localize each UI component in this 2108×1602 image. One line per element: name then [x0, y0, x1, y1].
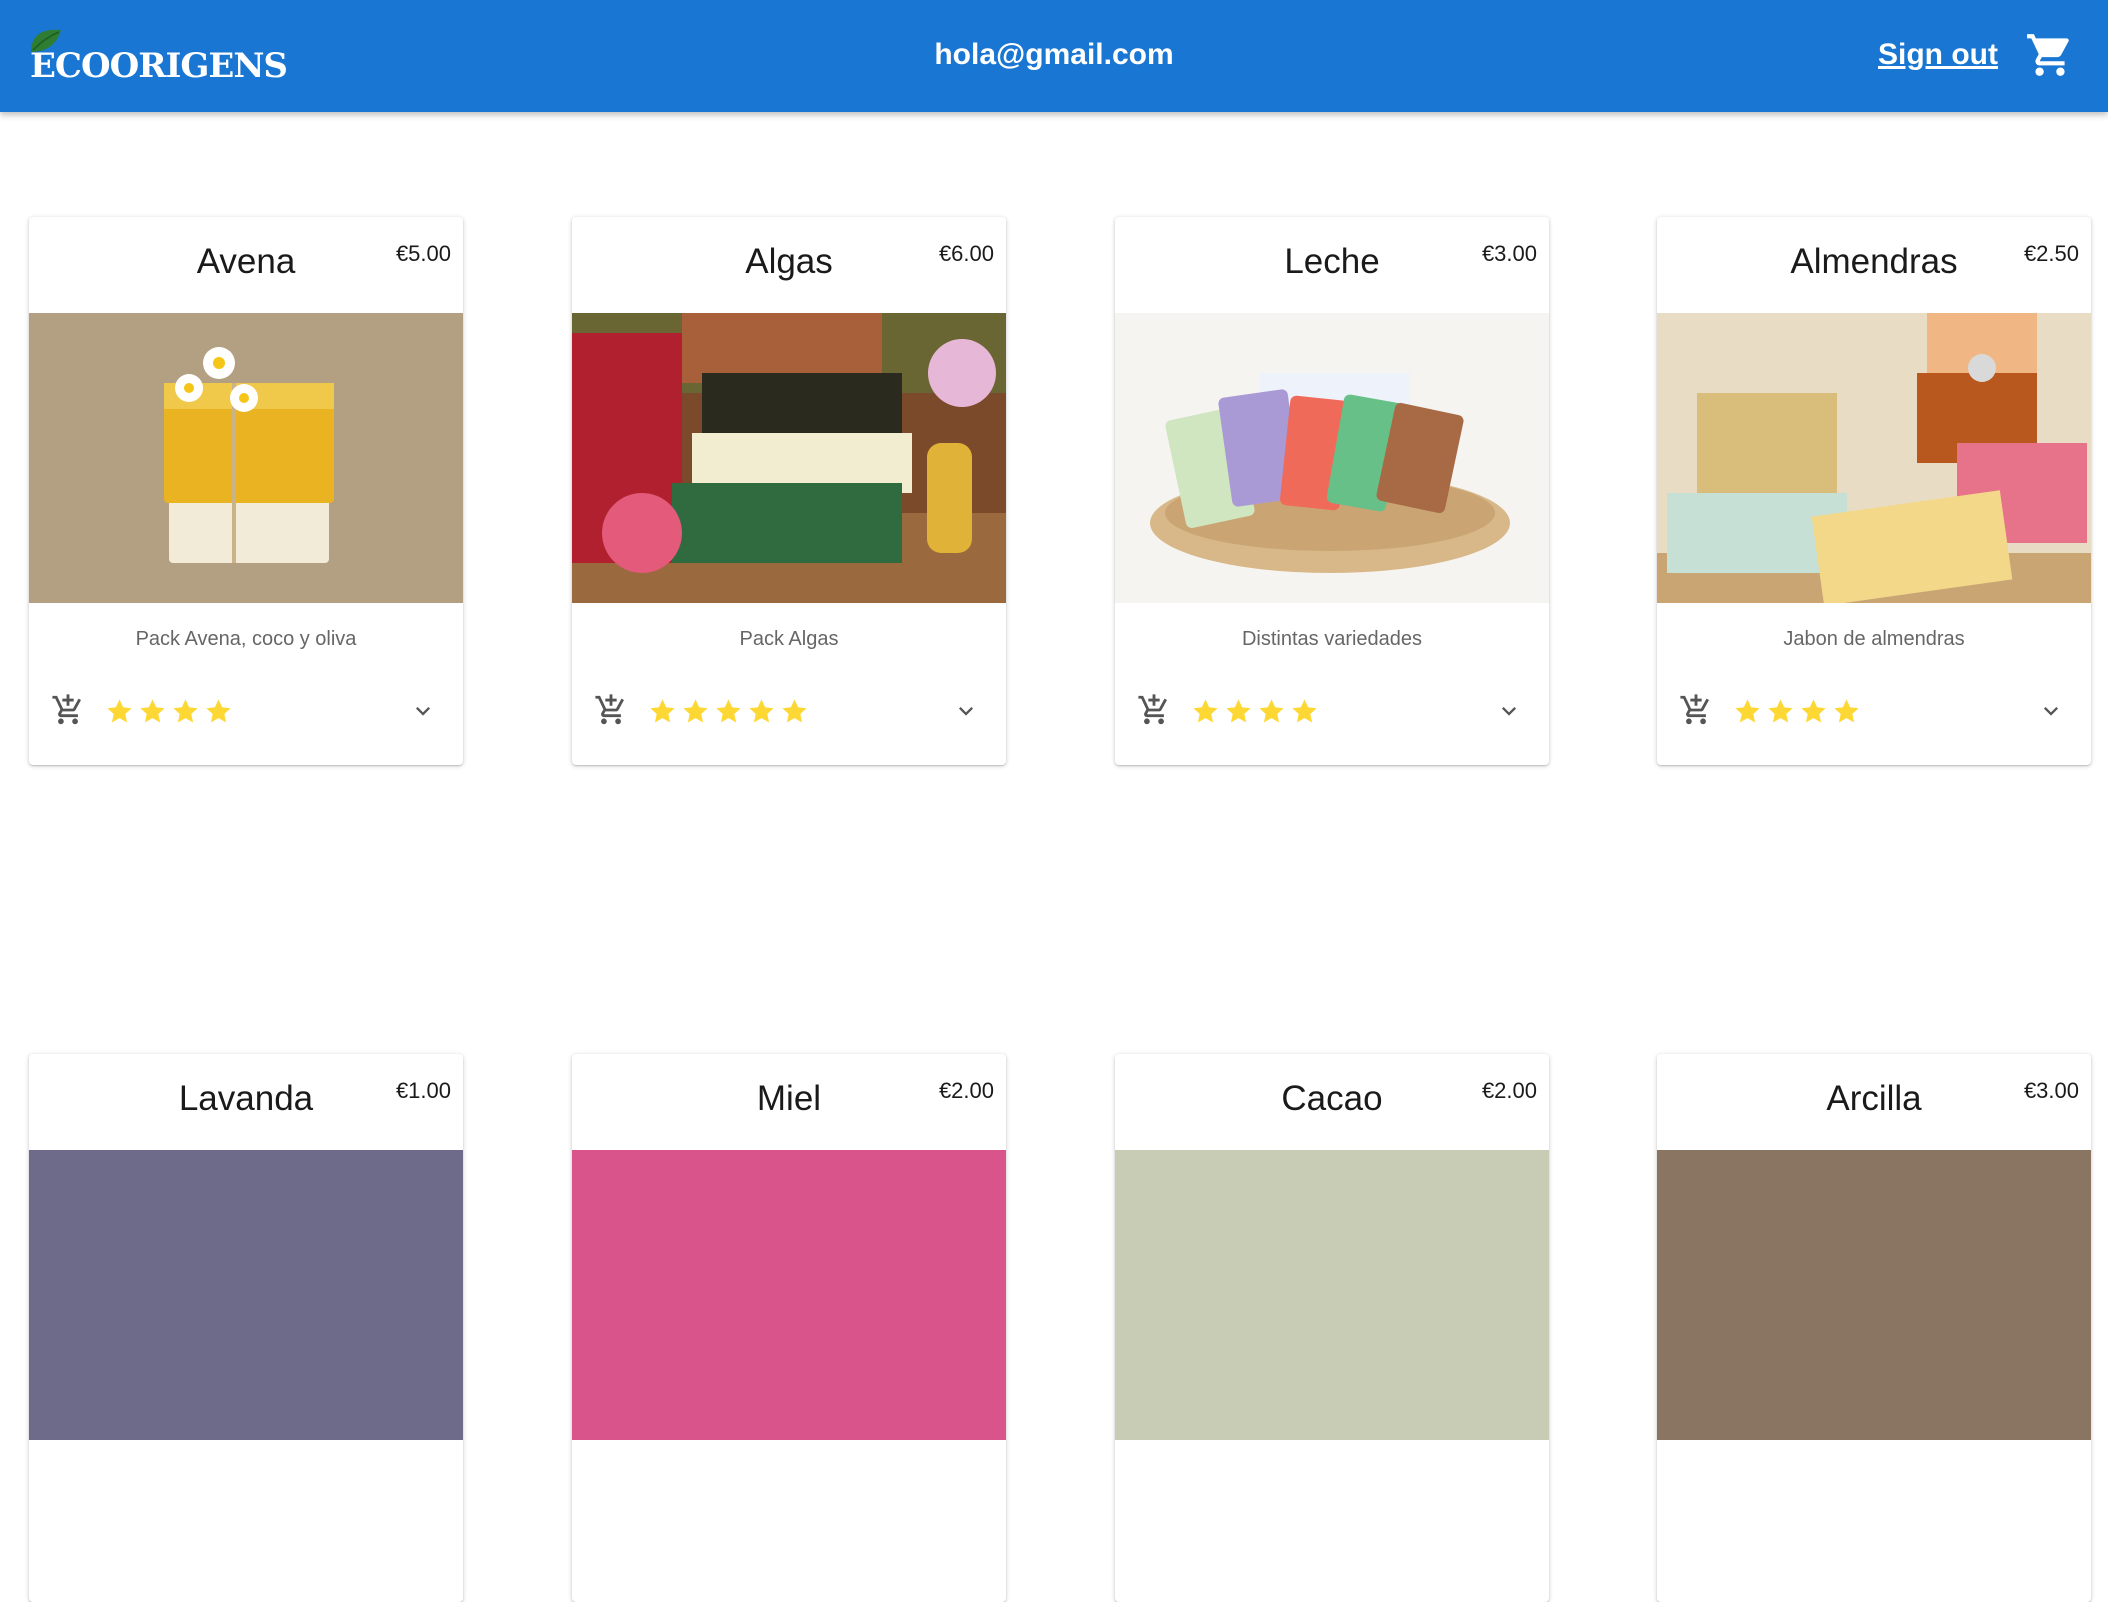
star-icon	[782, 699, 807, 723]
star-icon	[1226, 699, 1251, 723]
product-card: Almendras €2.50 Jabon de almendras	[1657, 217, 2091, 765]
card-actions	[1115, 687, 1549, 737]
product-image	[572, 313, 1006, 603]
product-description: Distintas variedades	[1241, 628, 1423, 650]
product-card: Lavanda €1.00	[29, 1054, 463, 1602]
product-price: €5.00	[395, 241, 451, 266]
product-card: Leche €3.00 Distintas variedades	[1115, 217, 1549, 765]
star-icon	[140, 699, 165, 723]
star-icon	[683, 699, 708, 723]
add-to-cart-button[interactable]	[1137, 693, 1171, 727]
star-icon	[1735, 699, 1760, 723]
product-price: €6.00	[938, 241, 994, 266]
star-icon	[1259, 699, 1284, 723]
star-icon	[1768, 699, 1793, 723]
star-icon	[650, 699, 675, 723]
product-card: Cacao €2.00	[1115, 1054, 1549, 1602]
brand-name: ECOORIGENS	[30, 46, 288, 86]
add-to-cart-button[interactable]	[1679, 693, 1713, 727]
add-shopping-cart-icon	[1138, 694, 1167, 725]
product-card: Miel €2.00	[572, 1054, 1006, 1602]
rating-stars	[1191, 697, 1319, 727]
star-icon	[107, 699, 132, 723]
star-icon	[1834, 699, 1859, 723]
brand-logo[interactable]: ECOORIGENS	[29, 26, 288, 86]
product-price: €2.00	[1481, 1078, 1537, 1103]
product-price: €3.00	[2023, 1078, 2079, 1103]
star-icon	[173, 699, 198, 723]
add-shopping-cart-icon	[1680, 694, 1709, 725]
rating-stars	[648, 697, 809, 727]
product-card: Algas €6.00 Pack Algas	[572, 217, 1006, 765]
product-image	[1115, 313, 1549, 603]
chevron-down-icon	[416, 707, 430, 716]
add-to-cart-button[interactable]	[51, 693, 85, 727]
star-icon	[1801, 699, 1826, 723]
product-description: Jabon de almendras	[1783, 628, 1965, 650]
product-description: Pack Avena, coco y oliva	[135, 628, 357, 650]
product-price: €1.00	[395, 1078, 451, 1103]
user-email: hola@gmail.com	[934, 38, 1174, 71]
chevron-down-icon	[1502, 707, 1516, 716]
add-shopping-cart-icon	[52, 694, 81, 725]
product-price: €3.00	[1481, 241, 1537, 266]
expand-button[interactable]	[952, 697, 980, 725]
expand-button[interactable]	[1495, 697, 1523, 725]
star-icon	[1292, 699, 1317, 723]
add-to-cart-button[interactable]	[594, 693, 628, 727]
chevron-down-icon	[959, 707, 973, 716]
product-card: Arcilla €3.00	[1657, 1054, 2091, 1602]
product-card: Avena €5.00 Pack Avena, coco y oliva	[29, 217, 463, 765]
product-price: €2.00	[938, 1078, 994, 1103]
rating-stars	[1733, 697, 1861, 727]
sign-out-link[interactable]: Sign out	[1878, 38, 1998, 72]
star-icon	[749, 699, 774, 723]
product-image	[29, 313, 463, 603]
star-icon	[206, 699, 231, 723]
card-actions	[1657, 687, 2091, 737]
expand-button[interactable]	[2037, 697, 2065, 725]
product-image	[1657, 1150, 2091, 1440]
chevron-down-icon	[2044, 707, 2058, 716]
add-shopping-cart-icon	[595, 694, 624, 725]
product-price: €2.50	[2023, 241, 2079, 266]
card-actions	[572, 687, 1006, 737]
product-image	[1115, 1150, 1549, 1440]
rating-stars	[105, 697, 233, 727]
star-icon	[716, 699, 741, 723]
product-image	[572, 1150, 1006, 1440]
product-image	[29, 1150, 463, 1440]
shopping-cart-icon	[2027, 34, 2069, 76]
product-image	[1657, 313, 2091, 603]
shopping-cart-button[interactable]	[2025, 30, 2075, 80]
star-icon	[1193, 699, 1218, 723]
product-description: Pack Algas	[739, 628, 839, 650]
app-header: ECOORIGENS hola@gmail.com Sign out	[0, 0, 2108, 112]
expand-button[interactable]	[409, 697, 437, 725]
card-actions	[29, 687, 463, 737]
